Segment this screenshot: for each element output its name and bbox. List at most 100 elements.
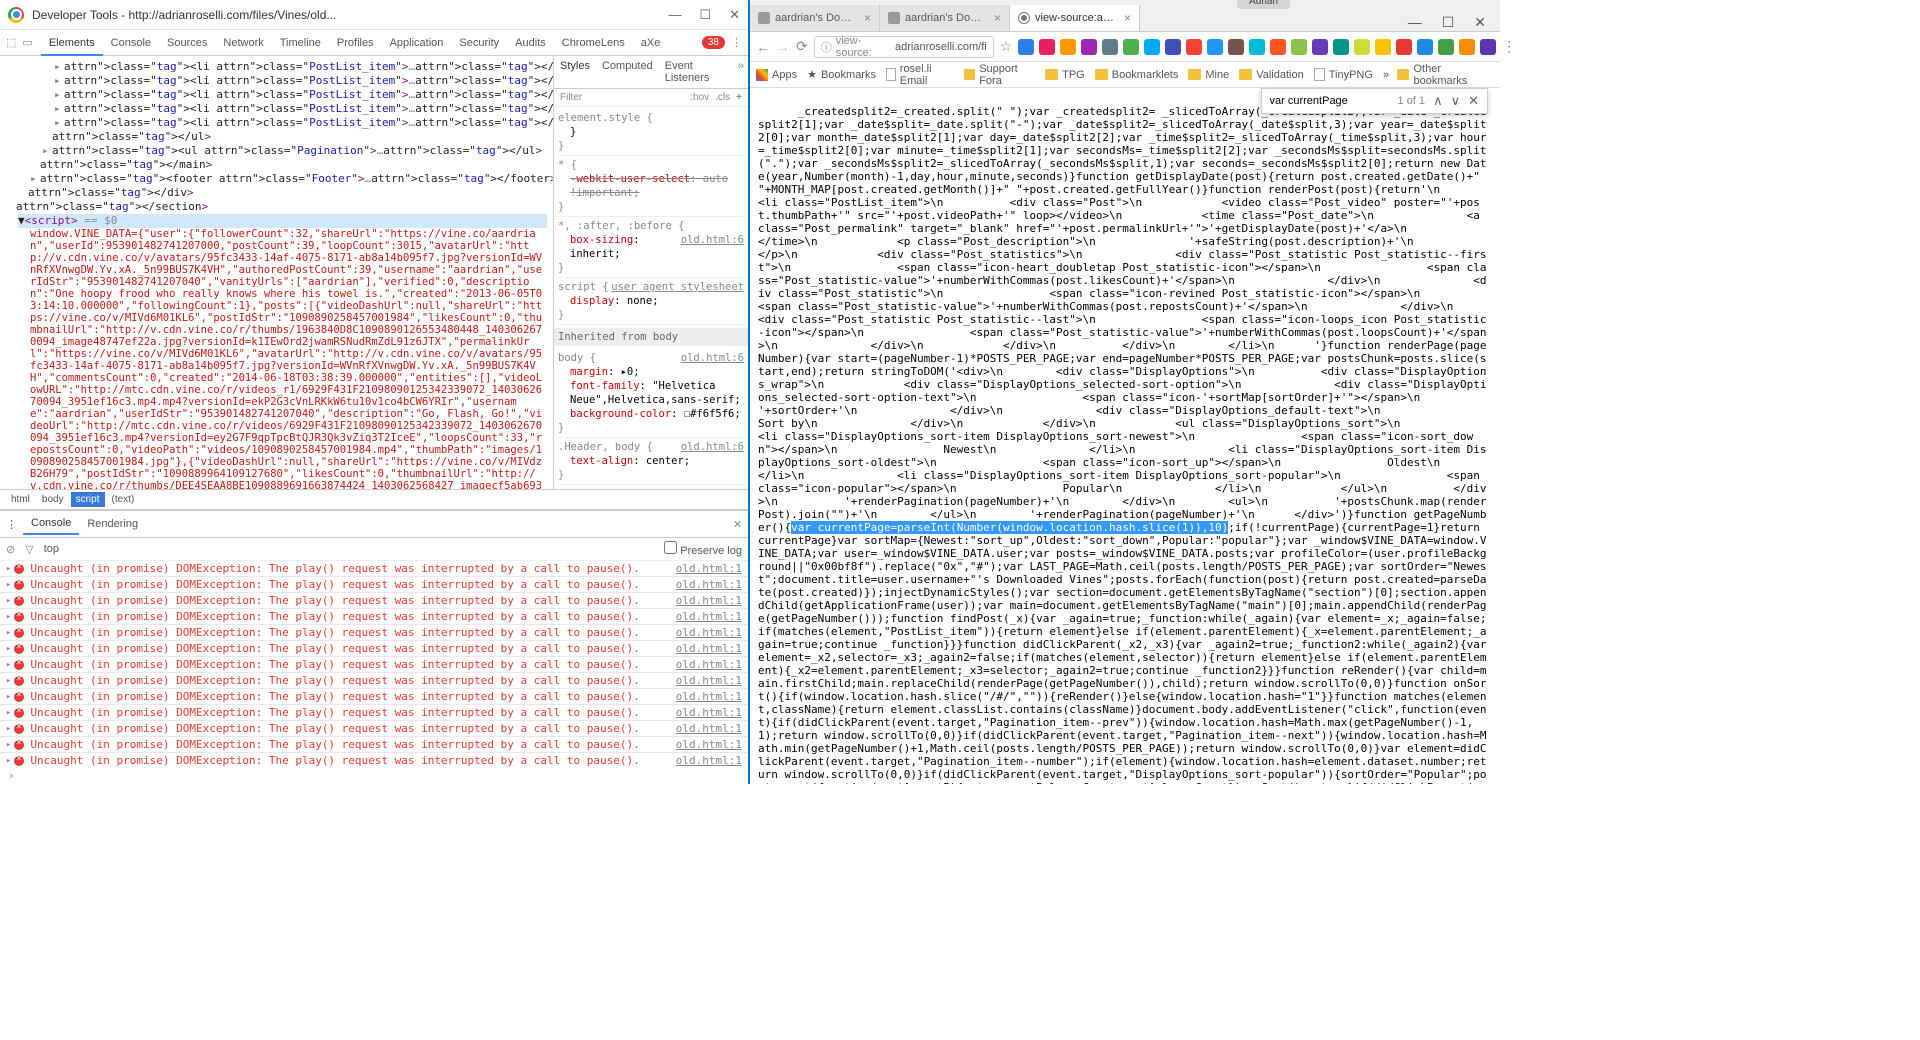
dom-node[interactable]: attrn">class="tag"></main> [30, 158, 547, 172]
bookmark-item[interactable]: rosel.li Email [886, 63, 954, 87]
extension-icon[interactable] [1438, 39, 1454, 55]
devtools-tab-console[interactable]: Console [103, 32, 159, 54]
find-input[interactable] [1270, 95, 1390, 107]
cls-toggle[interactable]: .cls [715, 92, 730, 103]
crumb-body[interactable]: body [37, 492, 69, 507]
bookmark-item[interactable]: TinyPNG [1314, 63, 1373, 87]
extension-icon[interactable] [1081, 39, 1097, 55]
devtools-tab-timeline[interactable]: Timeline [272, 32, 329, 54]
devtools-tab-security[interactable]: Security [451, 32, 507, 54]
console-error-row[interactable]: ▸Uncaught (in promise) DOMException: The… [0, 721, 748, 737]
filter-icon[interactable]: ▽ [25, 543, 33, 556]
extension-icon[interactable] [1207, 39, 1223, 55]
dom-node[interactable]: ▸attrn">class="tag"><footer attrn">class… [30, 172, 547, 186]
browser-tab[interactable]: aardrian's Downloaded V× [880, 5, 1010, 31]
bookmark-item[interactable]: Bookmarklets [1095, 63, 1179, 87]
maximize-button[interactable]: ☐ [1442, 14, 1455, 31]
inspect-icon[interactable]: ⬚ [6, 36, 16, 49]
close-button[interactable]: ✕ [1474, 14, 1486, 31]
devtools-tab-application[interactable]: Application [382, 32, 452, 54]
console-error-row[interactable]: ▸Uncaught (in promise) DOMException: The… [0, 657, 748, 673]
styles-tab[interactable]: Styles [554, 56, 596, 88]
console-error-row[interactable]: ▸Uncaught (in promise) DOMException: The… [0, 689, 748, 705]
error-count-badge[interactable]: 38 [702, 36, 725, 49]
view-source-content[interactable]: _createdsplit2=_created.split(" ");var _… [750, 88, 1500, 784]
devtools-tab-elements[interactable]: Elements [41, 32, 103, 56]
extension-icon[interactable] [1396, 39, 1412, 55]
bookmark-item[interactable]: TPG [1045, 63, 1085, 87]
apps-shortcut[interactable]: Apps [756, 69, 797, 81]
extension-icon[interactable] [1375, 39, 1391, 55]
more-tabs-icon[interactable]: » [734, 56, 748, 88]
browser-tab[interactable]: aardrian's Downloaded V× [750, 5, 880, 31]
elements-panel[interactable]: ▸attrn">class="tag"><li attrn">class="Po… [0, 56, 553, 489]
bookmark-item[interactable]: Validation [1239, 63, 1304, 87]
dom-node[interactable]: attrn">class="tag"></section> [6, 200, 547, 214]
console-error-row[interactable]: ▸Uncaught (in promise) DOMException: The… [0, 593, 748, 609]
extension-icon[interactable] [1018, 39, 1034, 55]
extension-icon[interactable] [1039, 39, 1055, 55]
console-error-row[interactable]: ▸Uncaught (in promise) DOMException: The… [0, 673, 748, 689]
url-input[interactable]: ⓘ view-source:adrianroselli.com/fi [814, 36, 994, 58]
find-next-icon[interactable]: ∨ [1451, 93, 1461, 109]
crumb-(text)[interactable]: (text) [107, 492, 140, 507]
filter-input[interactable]: Filter [560, 92, 582, 103]
extension-icon[interactable] [1291, 39, 1307, 55]
maximize-button[interactable]: ☐ [699, 7, 711, 23]
settings-icon[interactable]: ⋮ [731, 36, 742, 49]
minimize-button[interactable]: — [668, 7, 681, 23]
listeners-tab[interactable]: Event Listeners [659, 56, 734, 88]
find-close-icon[interactable]: ✕ [1468, 93, 1479, 109]
extension-icon[interactable] [1228, 39, 1244, 55]
extension-icon[interactable] [1270, 39, 1286, 55]
dom-node[interactable]: ▸attrn">class="tag"><li attrn">class="Po… [54, 60, 547, 74]
dom-node[interactable]: attrn">class="tag"></div> [18, 186, 547, 200]
dom-node[interactable]: ▸attrn">class="tag"><li attrn">class="Po… [54, 116, 547, 130]
console-error-row[interactable]: ▸Uncaught (in promise) DOMException: The… [0, 641, 748, 657]
overflow-icon[interactable]: » [1383, 69, 1389, 81]
crumb-html[interactable]: html [6, 492, 35, 507]
devtools-tab-chromelens[interactable]: ChromeLens [554, 32, 633, 54]
dom-node[interactable]: ▸attrn">class="tag"><li attrn">class="Po… [54, 102, 547, 116]
extension-icon[interactable] [1249, 39, 1265, 55]
extension-icon[interactable] [1165, 39, 1181, 55]
dom-node[interactable]: ▸attrn">class="tag"><ul attrn">class="Pa… [42, 144, 547, 158]
dom-node[interactable]: ▸attrn">class="tag"><li attrn">class="Po… [54, 88, 547, 102]
find-prev-icon[interactable]: ∧ [1433, 93, 1443, 109]
other-bookmarks[interactable]: Other bookmarks [1397, 63, 1494, 87]
extension-icon[interactable] [1333, 39, 1349, 55]
tab-close-icon[interactable]: × [994, 11, 1001, 25]
extension-icon[interactable] [1312, 39, 1328, 55]
add-rule-icon[interactable]: + [736, 92, 742, 103]
extension-icon[interactable] [1480, 39, 1496, 55]
extension-icon[interactable] [1102, 39, 1118, 55]
extension-icon[interactable] [1417, 39, 1433, 55]
console-error-row[interactable]: ▸Uncaught (in promise) DOMException: The… [0, 561, 748, 577]
devtools-tab-profiles[interactable]: Profiles [329, 32, 382, 54]
console-error-row[interactable]: ▸Uncaught (in promise) DOMException: The… [0, 577, 748, 593]
drawer-close-icon[interactable]: ✕ [733, 518, 742, 531]
console-error-row[interactable]: ▸Uncaught (in promise) DOMException: The… [0, 705, 748, 721]
star-icon[interactable]: ☆ [1000, 38, 1013, 55]
preserve-log-checkbox[interactable] [664, 541, 677, 554]
dom-node[interactable]: ▸attrn">class="tag"><li attrn">class="Po… [54, 74, 547, 88]
minimize-button[interactable]: — [1408, 14, 1422, 31]
device-icon[interactable]: ▭ [22, 36, 32, 49]
crumb-script[interactable]: script [71, 492, 105, 507]
profile-badge[interactable]: Adrian [1237, 0, 1290, 9]
tab-close-icon[interactable]: × [864, 11, 871, 25]
devtools-tab-network[interactable]: Network [215, 32, 271, 54]
console-error-row[interactable]: ▸Uncaught (in promise) DOMException: The… [0, 625, 748, 641]
extension-icon[interactable] [1060, 39, 1076, 55]
hov-toggle[interactable]: :hov [690, 92, 709, 103]
dom-node[interactable]: attrn">class="tag"></ul> [42, 130, 547, 144]
console-tab[interactable]: Console [23, 513, 79, 535]
devtools-tab-audits[interactable]: Audits [507, 32, 554, 54]
devtools-tab-axe[interactable]: aXe [633, 32, 669, 54]
browser-tab[interactable]: view-source:adrianrosell× [1010, 5, 1140, 31]
menu-icon[interactable]: ⋮ [1502, 38, 1516, 55]
extension-icon[interactable] [1144, 39, 1160, 55]
console-error-row[interactable]: ▸Uncaught (in promise) DOMException: The… [0, 737, 748, 753]
site-info-icon[interactable]: ⓘ [821, 39, 832, 55]
back-button[interactable]: ← [756, 39, 770, 55]
